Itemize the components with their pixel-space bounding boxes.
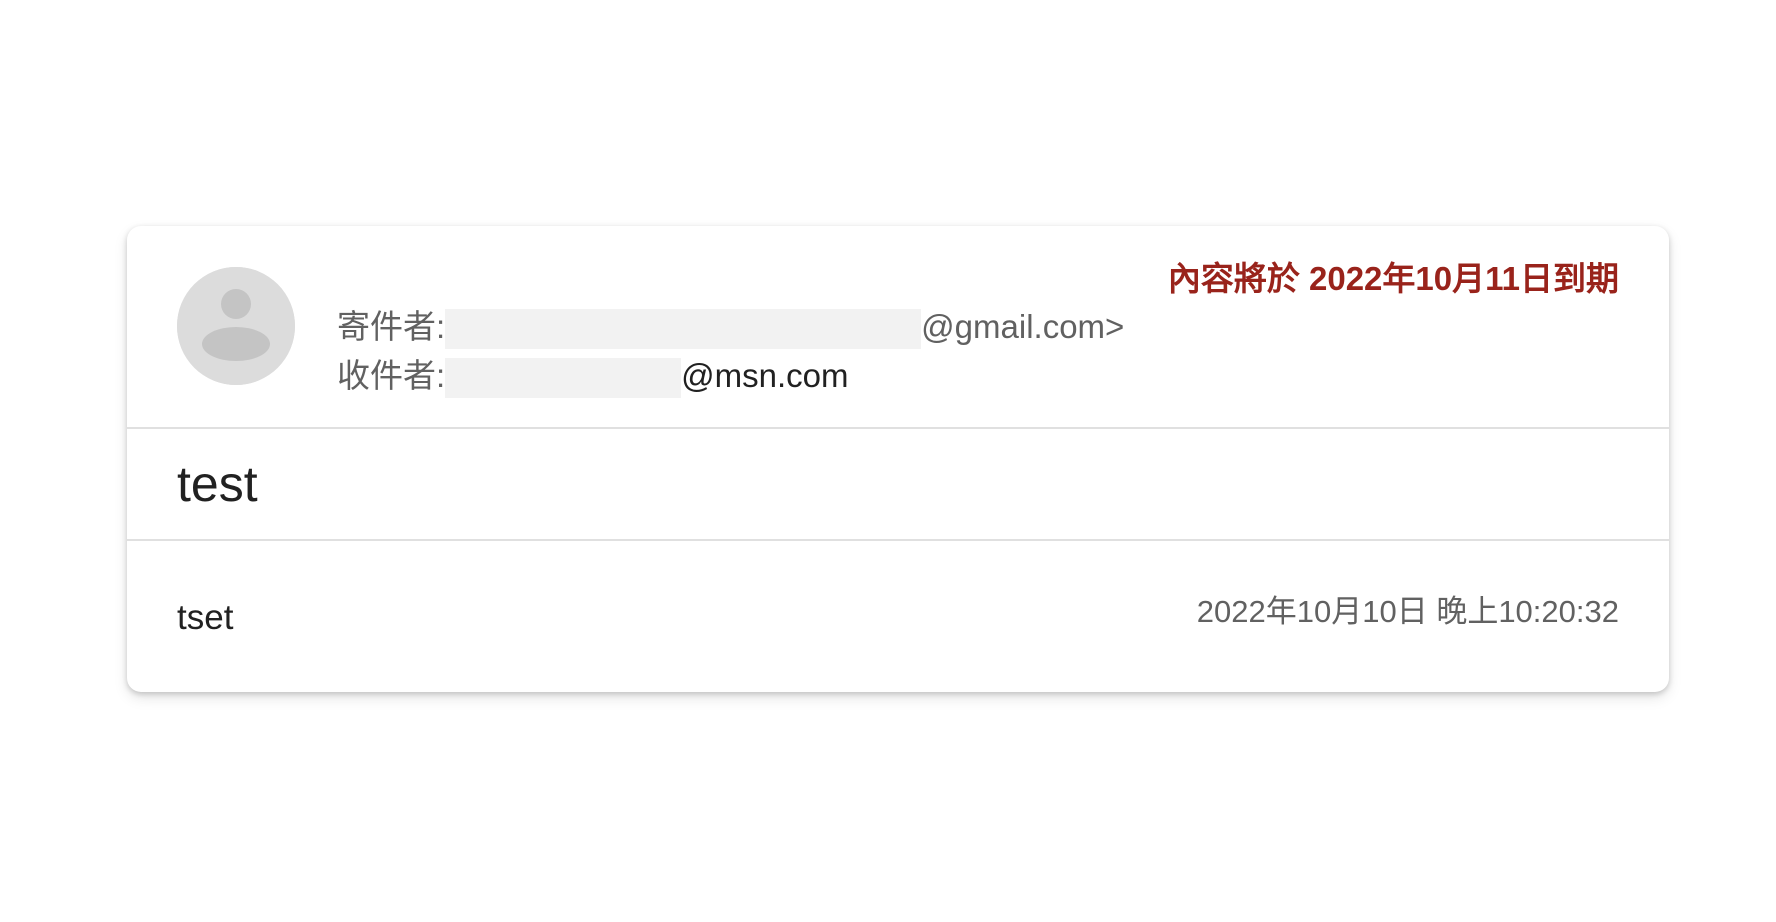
- recipient-address-suffix: @msn.com: [681, 357, 849, 394]
- sender-avatar: [177, 267, 295, 385]
- sender-address-suffix: @gmail.com>: [921, 308, 1125, 345]
- recipient-redaction: [445, 358, 682, 399]
- email-body: tset: [177, 598, 234, 637]
- recipient-row: 收件者: @msn.com: [337, 356, 849, 399]
- sender-row: 寄件者: @gmail.com>: [337, 307, 1125, 350]
- email-timestamp: 2022年10月10日 晚上10:20:32: [1196, 594, 1619, 629]
- default-person-icon: [177, 267, 295, 385]
- expiry-notice: 內容將於 2022年10月11日到期: [1167, 260, 1619, 297]
- subject-divider: [127, 539, 1669, 541]
- email-header: 內容將於 2022年10月11日到期 寄件者: @gmail.com> 收件者: @…: [127, 226, 1669, 428]
- recipient-label: 收件者:: [337, 357, 446, 394]
- header-divider: [127, 427, 1669, 429]
- sender-label: 寄件者:: [337, 308, 446, 345]
- sender-redaction: [445, 309, 922, 350]
- email-subject: test: [177, 456, 258, 512]
- email-card: 內容將於 2022年10月11日到期 寄件者: @gmail.com> 收件者: @…: [127, 226, 1669, 692]
